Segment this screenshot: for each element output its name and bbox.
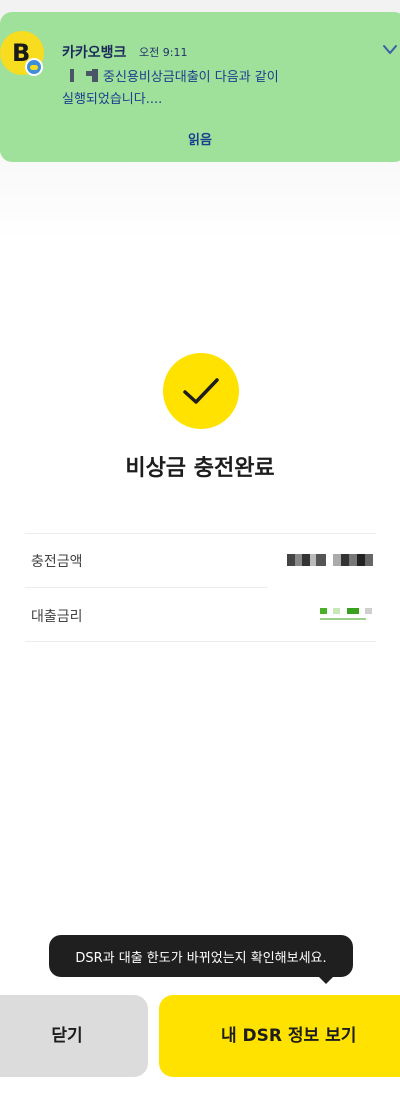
screen: B 카카오뱅크 오전 9:11 중신용비상금대출이 다음과 같이 실행되었습니다… — [0, 0, 400, 1099]
chat-badge-icon — [25, 58, 43, 76]
chevron-down-icon[interactable] — [382, 44, 398, 56]
close-button[interactable]: 닫기 — [0, 995, 148, 1077]
completion-title: 비상금 충전완료 — [125, 456, 275, 481]
interest-rate-value-redacted — [320, 608, 374, 620]
divider — [25, 533, 376, 534]
tooltip-tail — [318, 976, 334, 984]
divider — [25, 641, 376, 642]
notification-time: 오전 9:11 — [139, 46, 188, 59]
dsr-tooltip: DSR과 대출 한도가 바뀌었는지 확인해보세요. — [49, 935, 353, 977]
success-check-icon — [163, 353, 239, 429]
kakaobank-app-icon: B — [0, 31, 44, 76]
redacted-name — [70, 69, 74, 82]
redacted-name-3 — [92, 69, 98, 82]
notification-app-name: 카카오뱅크 — [62, 45, 127, 61]
interest-rate-label: 대출금리 — [31, 609, 83, 625]
mark-read-button[interactable]: 읽음 — [170, 129, 230, 148]
view-dsr-info-button[interactable]: 내 DSR 정보 보기 — [159, 995, 400, 1077]
divider — [25, 587, 268, 588]
tooltip-text: DSR과 대출 한도가 바뀌었는지 확인해보세요. — [75, 951, 327, 966]
notification-banner[interactable]: B 카카오뱅크 오전 9:11 중신용비상금대출이 다음과 같이 실행되었습니다… — [0, 12, 400, 162]
charge-amount-value-redacted — [287, 554, 373, 566]
charge-amount-label: 충전금액 — [31, 554, 83, 570]
notification-message: 중신용비상금대출이 다음과 같이 실행되었습니다.... — [62, 67, 382, 111]
notification-message-line2: 실행되었습니다.... — [62, 92, 163, 107]
notification-message-line1: 중신용비상금대출이 다음과 같이 — [103, 70, 279, 85]
